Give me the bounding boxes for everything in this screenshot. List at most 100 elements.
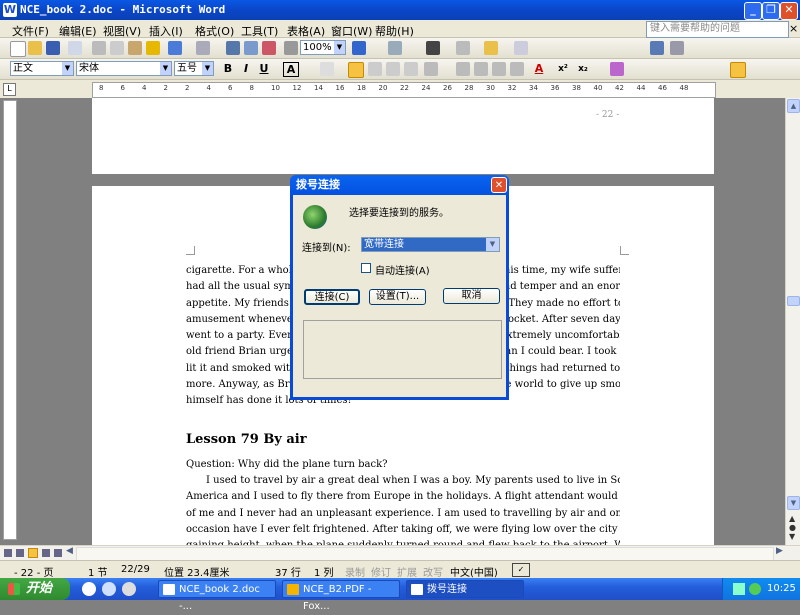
status-ext[interactable]: 扩展	[397, 564, 417, 579]
start-button[interactable]: 开始	[0, 578, 70, 600]
paste-icon[interactable]	[128, 41, 142, 55]
menu-edit[interactable]: 编辑(E)	[59, 23, 97, 39]
print-preview-icon[interactable]	[68, 41, 82, 55]
outline-view-icon[interactable]	[42, 549, 50, 557]
bullets-icon[interactable]	[474, 62, 488, 76]
chevron-down-icon[interactable]: ▼	[62, 62, 73, 75]
phonetic-icon[interactable]	[610, 62, 624, 76]
menu-insert[interactable]: 插入(I)	[149, 23, 183, 39]
subscript-button[interactable]: x₂	[574, 61, 592, 77]
line-spacing-icon[interactable]	[424, 62, 438, 76]
columns-icon[interactable]	[244, 41, 258, 55]
minimize-button[interactable]: _	[744, 2, 762, 20]
copy-icon[interactable]	[110, 41, 124, 55]
table-icon[interactable]	[226, 41, 240, 55]
cancel-button[interactable]: 取消	[443, 288, 500, 304]
redo-icon[interactable]	[196, 41, 210, 55]
sum-icon[interactable]	[670, 41, 684, 55]
decrease-indent-icon[interactable]	[492, 62, 506, 76]
line-tool-icon[interactable]	[426, 41, 440, 55]
print-view-icon[interactable]	[28, 548, 38, 558]
increase-indent-icon[interactable]	[510, 62, 524, 76]
maximize-button[interactable]: ❐	[762, 2, 780, 20]
highlight-toggle-icon[interactable]	[730, 62, 746, 78]
task-word[interactable]: NCE_book 2.doc -...	[158, 580, 276, 612]
sort-icon[interactable]	[650, 41, 664, 55]
menu-view[interactable]: 视图(V)	[103, 23, 141, 39]
open-folder-icon[interactable]	[28, 41, 42, 55]
border-icon[interactable]	[456, 41, 470, 55]
tab-stop-icon[interactable]: L	[3, 83, 16, 96]
menu-table[interactable]: 表格(A)	[287, 23, 325, 39]
align-center-icon[interactable]	[368, 62, 382, 76]
spelling-check-icon[interactable]: ✓	[512, 563, 530, 577]
web-view-icon[interactable]	[16, 549, 24, 557]
font-color-button[interactable]: A	[530, 61, 548, 77]
task-pdf[interactable]: NCE_B2.PDF - Fox...	[282, 580, 400, 612]
bold-button[interactable]: B	[219, 61, 237, 77]
scroll-down-icon[interactable]: ▼	[787, 496, 800, 510]
char-scale-icon[interactable]	[320, 62, 334, 76]
vertical-ruler[interactable]	[3, 100, 17, 540]
close-button[interactable]: ✕	[780, 2, 798, 20]
drawing-icon[interactable]	[262, 41, 276, 55]
numbering-icon[interactable]	[456, 62, 470, 76]
justify-icon[interactable]	[404, 62, 418, 76]
word-icon[interactable]: W	[3, 3, 17, 17]
dialup-dialog[interactable]: 拨号连接 ✕ 选择要连接到的服务。 连接到(N): 宽带连接 ▼ 自动连接(A)…	[290, 175, 509, 400]
prev-page-icon[interactable]: ▲	[789, 514, 795, 523]
format-painter-icon[interactable]	[146, 41, 160, 55]
font-size-select[interactable]: 五号 ▼	[174, 61, 214, 76]
reading-view-icon[interactable]	[54, 549, 62, 557]
auto-connect-checkbox[interactable]	[361, 263, 371, 273]
media-icon[interactable]	[102, 582, 116, 596]
zoom-select[interactable]: 100% ▼	[300, 40, 346, 55]
settings-button[interactable]: 设置(T)...	[369, 289, 426, 305]
menu-tools[interactable]: 工具(T)	[241, 23, 278, 39]
browse-object-icon[interactable]: ●	[789, 523, 796, 532]
new-doc-icon[interactable]	[10, 41, 26, 57]
task-dialup[interactable]: 拨号连接	[406, 580, 524, 598]
read-icon[interactable]	[352, 41, 366, 55]
undo-icon[interactable]	[168, 41, 182, 55]
dialog-title-bar[interactable]: 拨号连接 ✕	[290, 175, 509, 195]
italic-button[interactable]: I	[237, 61, 255, 77]
chevron-down-icon[interactable]: ▼	[160, 62, 171, 75]
dialog-close-icon[interactable]: ✕	[491, 177, 507, 193]
menu-window[interactable]: 窗口(W)	[331, 23, 372, 39]
font-select[interactable]: 宋体 ▼	[76, 61, 172, 76]
cut-icon[interactable]	[92, 41, 106, 55]
scroll-right-icon[interactable]: ▶	[776, 546, 783, 556]
next-page-icon[interactable]: ▼	[789, 532, 795, 541]
char-border-button[interactable]: A	[283, 62, 299, 77]
quicklaunch-icon[interactable]	[122, 582, 136, 596]
status-trk[interactable]: 修订	[371, 564, 391, 579]
scroll-thumb[interactable]	[787, 296, 800, 306]
status-rec[interactable]: 录制	[345, 564, 365, 579]
underline-button[interactable]: U	[255, 61, 273, 77]
menu-file[interactable]: 文件(F)	[12, 23, 49, 39]
style-select[interactable]: 正文 ▼	[10, 61, 74, 76]
edit-icon[interactable]	[388, 41, 402, 55]
menu-format[interactable]: 格式(O)	[195, 23, 234, 39]
show-marks-icon[interactable]	[284, 41, 298, 55]
network-icon[interactable]	[733, 583, 745, 595]
scroll-up-icon[interactable]: ▲	[787, 99, 800, 113]
shading-icon[interactable]	[484, 41, 498, 55]
chevron-down-icon[interactable]: ▼	[334, 41, 345, 54]
connect-to-select[interactable]: 宽带连接 ▼	[361, 237, 500, 252]
horizontal-ruler[interactable]: 8 6 4 2 2 4 6 8 10 12 14 16 18 20 22 24 26 28 30 32 34 36 38 40…	[92, 82, 716, 98]
security-icon[interactable]	[749, 583, 761, 595]
title-bar[interactable]: W NCE_book 2.doc - Microsoft Word _ ❐ ✕	[0, 0, 800, 20]
help-search-input[interactable]: 键入需要帮助的问题	[646, 21, 789, 38]
menu-help[interactable]: 帮助(H)	[375, 23, 414, 39]
align-right-icon[interactable]	[386, 62, 400, 76]
save-icon[interactable]	[46, 41, 60, 55]
scroll-left-icon[interactable]: ◀	[66, 546, 73, 556]
normal-view-icon[interactable]	[4, 549, 12, 557]
chevron-down-icon[interactable]: ▼	[486, 238, 499, 251]
doc-close-icon[interactable]: ×	[789, 22, 798, 35]
align-left-icon[interactable]	[348, 62, 364, 78]
superscript-button[interactable]: x²	[554, 61, 572, 77]
horizontal-scrollbar[interactable]	[76, 547, 774, 561]
